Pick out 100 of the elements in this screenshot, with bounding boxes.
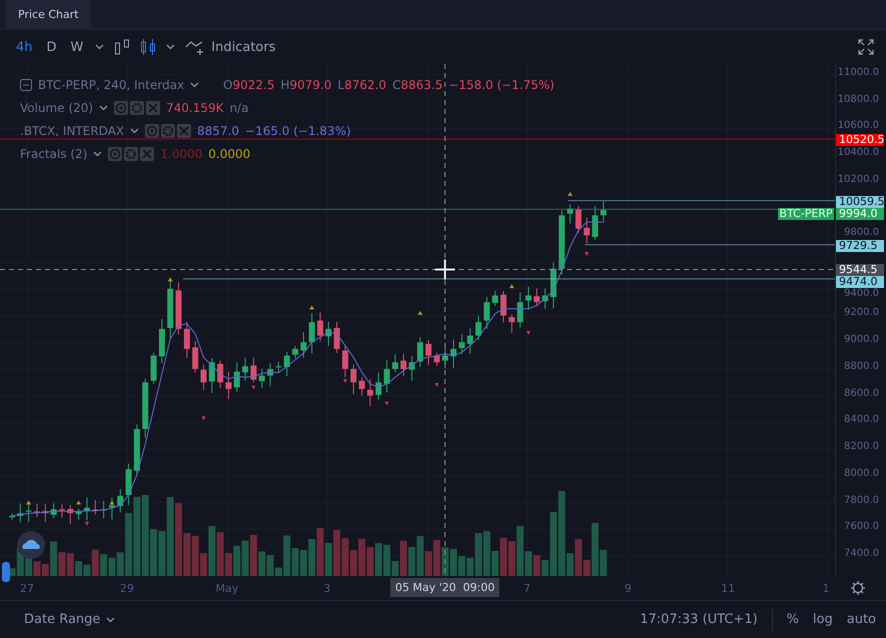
crosshair-date-label: 05 May '20 09:00 bbox=[390, 578, 500, 597]
price-tick-label: 10600.0 bbox=[838, 120, 879, 132]
price-tick-label: 10800.0 bbox=[838, 94, 879, 105]
price-tick-label: 8400.0 bbox=[844, 414, 879, 426]
dropdown-caret-icon[interactable] bbox=[166, 44, 176, 50]
fractal-up-marker bbox=[309, 305, 314, 310]
clock-label: 17:07:33 (UTC+1) bbox=[640, 612, 758, 627]
price-tick-label: 8200.0 bbox=[844, 441, 879, 452]
indicators-button[interactable]: Indicators bbox=[185, 38, 276, 56]
fractal-up-marker bbox=[76, 500, 82, 505]
fullscreen-icon[interactable] bbox=[858, 39, 874, 55]
candle bbox=[242, 357, 248, 382]
caret-icon bbox=[93, 150, 102, 156]
fractal-up-marker bbox=[168, 277, 173, 282]
fractal-down-marker bbox=[343, 378, 348, 383]
price-tick-label: 9800.0 bbox=[844, 227, 879, 238]
tab[interactable]: Price Chart bbox=[6, 0, 91, 28]
candle bbox=[34, 502, 40, 518]
fractal-up-marker bbox=[109, 500, 114, 505]
ohlc-value: C8863.5 bbox=[392, 78, 443, 92]
fractal-down-marker bbox=[584, 252, 589, 256]
ohlc-value: H9079.0 bbox=[280, 78, 332, 92]
fractal-down-marker bbox=[252, 386, 256, 390]
candle bbox=[158, 318, 165, 364]
candle bbox=[108, 497, 115, 520]
candlestick-icon[interactable] bbox=[140, 38, 156, 56]
price-marker: 9729.5 bbox=[836, 240, 884, 252]
price-tick-label: 11000.0 bbox=[838, 67, 879, 78]
price-marker: 9544.5 bbox=[836, 264, 884, 276]
scale-button[interactable]: log bbox=[812, 612, 833, 627]
date-tick-label: 27 bbox=[20, 582, 34, 595]
bar-chart-icon[interactable] bbox=[114, 38, 130, 56]
candle bbox=[367, 378, 374, 406]
candle bbox=[417, 336, 424, 368]
candle bbox=[92, 500, 98, 516]
date-range-button[interactable]: Date Range bbox=[24, 612, 116, 627]
price-tick-label: 10200.0 bbox=[838, 174, 879, 185]
candle bbox=[400, 353, 406, 377]
crosshair-cursor-icon bbox=[434, 258, 456, 280]
range-handle[interactable] bbox=[2, 562, 10, 582]
candle bbox=[234, 362, 240, 392]
candle bbox=[217, 360, 224, 389]
study-value: −165.0 (−1.83%) bbox=[245, 124, 351, 138]
candle bbox=[517, 292, 524, 328]
candle bbox=[250, 357, 257, 383]
price-marker: 9994.0 bbox=[836, 208, 884, 220]
candle bbox=[326, 321, 332, 346]
date-tick-label: 9 bbox=[624, 582, 632, 595]
price-tick-label: 9400.0 bbox=[844, 288, 879, 300]
series-label: BTC-PERP bbox=[778, 208, 834, 220]
study-label[interactable]: Fractals (2) bbox=[20, 146, 88, 160]
scale-button[interactable]: % bbox=[786, 612, 799, 627]
caret-icon bbox=[190, 82, 200, 88]
fractal-up-marker bbox=[568, 192, 573, 196]
fractal-down-marker bbox=[202, 416, 206, 420]
candle bbox=[558, 210, 565, 276]
caret-icon bbox=[106, 616, 116, 622]
caret-icon bbox=[99, 104, 108, 110]
price-tick-label: 7800.0 bbox=[844, 494, 879, 506]
symbol-label[interactable]: BTC-PERP, 240, Interdax bbox=[38, 78, 184, 92]
study-label[interactable]: Volume (20) bbox=[20, 100, 94, 114]
fractal-down-marker bbox=[526, 330, 530, 335]
interval-button[interactable]: 4h bbox=[14, 40, 35, 54]
settings-icon[interactable] bbox=[850, 580, 866, 596]
date-tick-label: 3 bbox=[324, 582, 330, 595]
candle bbox=[384, 360, 390, 394]
candle bbox=[117, 488, 124, 513]
price-tick-label: 10400.0 bbox=[838, 147, 879, 158]
candle bbox=[450, 339, 456, 368]
candle bbox=[292, 345, 298, 359]
candle bbox=[492, 290, 498, 306]
candle bbox=[267, 362, 274, 387]
study-value: 740.159K bbox=[166, 100, 224, 114]
price-marker: 10059.5 bbox=[836, 196, 884, 208]
candle bbox=[142, 378, 148, 438]
dropdown-caret-icon[interactable] bbox=[95, 44, 104, 50]
interval-button[interactable]: W bbox=[68, 40, 86, 54]
candle bbox=[258, 368, 265, 388]
candle bbox=[126, 463, 132, 506]
date-tick-label: 29 bbox=[120, 582, 134, 595]
candle bbox=[300, 332, 307, 358]
candle bbox=[42, 504, 48, 523]
candle bbox=[392, 354, 398, 373]
candle bbox=[50, 502, 57, 519]
candle bbox=[192, 340, 198, 374]
study-label[interactable]: .BTCX, INTERDAX bbox=[20, 124, 124, 138]
candle bbox=[167, 279, 174, 340]
collapse-icon[interactable] bbox=[20, 78, 32, 90]
scale-button[interactable]: auto bbox=[846, 612, 876, 627]
fractal-up-marker bbox=[26, 500, 32, 505]
price-tick-label: 8600.0 bbox=[844, 388, 879, 399]
candle bbox=[276, 360, 282, 373]
candle bbox=[17, 502, 24, 523]
candle bbox=[592, 205, 598, 240]
candle bbox=[542, 288, 548, 310]
candle bbox=[317, 312, 324, 342]
interval-button[interactable]: D bbox=[44, 40, 59, 54]
candle bbox=[508, 314, 515, 334]
price-marker: 9474.0 bbox=[836, 276, 884, 288]
cloud-logo-icon[interactable] bbox=[16, 530, 46, 560]
